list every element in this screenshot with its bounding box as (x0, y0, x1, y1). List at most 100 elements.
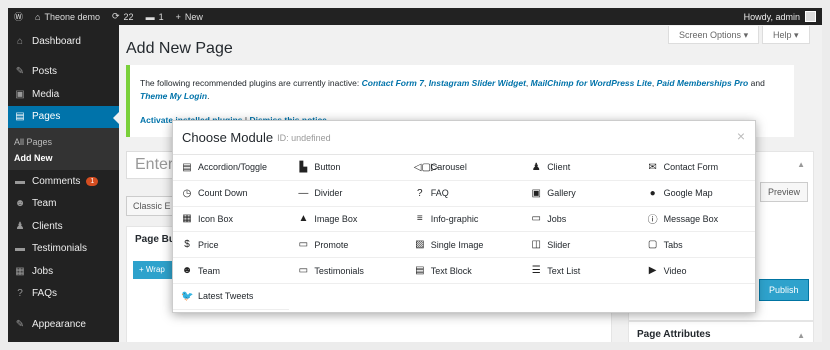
promote-icon: ▭ (298, 239, 309, 251)
submenu-add-new[interactable]: Add New (8, 150, 119, 166)
plugin-link-mailchimp[interactable]: MailChimp for WordPress Lite (531, 78, 652, 88)
submenu-all-pages[interactable]: All Pages (8, 134, 119, 150)
sidebar-item-pages[interactable]: ▤ Pages (8, 105, 119, 128)
module-single-image[interactable]: ▨ Single Image (405, 232, 523, 259)
testimonials-icon: ▬ (15, 243, 25, 255)
sidebar-item-jobs[interactable]: ▦ Jobs (8, 260, 119, 283)
module-icon-box[interactable]: ▦ Icon Box (173, 207, 290, 233)
accordion-icon: ▤ (182, 161, 192, 173)
module-slider[interactable]: ◫ Slider (522, 232, 639, 259)
wordpress-icon: Ⓦ (14, 12, 24, 22)
button-icon: ▙ (299, 161, 308, 173)
avatar (805, 11, 816, 22)
module-button[interactable]: ▙ Button (289, 155, 406, 181)
dashboard-icon: ⌂ (16, 35, 24, 47)
jobs-icon: ▭ (531, 213, 541, 225)
sidebar-item-team[interactable]: ☻ Team (8, 193, 119, 216)
plugin-link-contact-form-7[interactable]: Contact Form 7 (362, 78, 424, 88)
clients-icon: ♟ (15, 220, 25, 232)
screen-options-button[interactable]: Screen Options ▾ (668, 26, 760, 44)
module-info-graphic[interactable]: ≡ Info-graphic (405, 207, 523, 233)
comments-icon: ▬ (15, 175, 25, 187)
sidebar-item-clients[interactable]: ♟ Clients (8, 215, 119, 238)
module-grid: ▤ Accordion/Toggle ▙ Button ◁▢▷ Carousel ♟ Clie… (173, 155, 755, 310)
module-jobs[interactable]: ▭ Jobs (522, 207, 639, 233)
tabs-icon: ▢ (647, 239, 658, 251)
team-icon: ☻ (181, 265, 193, 277)
text-block-icon: ▤ (415, 265, 425, 277)
sidebar-item-testimonials[interactable]: ▬ Testimonials (8, 238, 119, 261)
divider-icon: — (298, 187, 309, 199)
chevron-down-icon: ▾ (794, 30, 799, 40)
sidebar-item-posts[interactable]: ✎ Posts (8, 61, 119, 84)
slider-icon: ◫ (531, 239, 541, 251)
sidebar-item-media[interactable]: ▣ Media (8, 83, 119, 106)
wp-admin-frame: Ⓦ ⌂ Theone demo ⟳ 22 ▬ 1 + New Howdy, admin … (8, 8, 822, 342)
module-faq[interactable]: ? FAQ (405, 181, 523, 207)
image-box-icon: ▲ (298, 213, 309, 225)
module-team[interactable]: ☻ Team (173, 258, 290, 284)
plugin-link-theme-my-login[interactable]: Theme My Login (140, 91, 207, 101)
infographic-icon: ≡ (416, 213, 423, 225)
close-icon[interactable]: × (737, 128, 745, 144)
module-message-box[interactable]: ⓘ Message Box (638, 207, 755, 233)
page-title: Add New Page (126, 40, 233, 57)
new-content-link[interactable]: + New (170, 8, 209, 25)
gallery-icon: ▣ (531, 187, 541, 199)
sidebar-item-appearance[interactable]: ✎ Appearance (8, 313, 119, 336)
page-attributes-title: Page Attributes (637, 329, 711, 340)
client-icon: ♟ (531, 161, 541, 173)
module-divider[interactable]: — Divider (289, 181, 406, 207)
comments-link[interactable]: ▬ 1 (140, 8, 170, 25)
sidebar-item-faqs[interactable]: ? FAQs (8, 283, 119, 306)
module-carousel[interactable]: ◁▢▷ Carousel (405, 155, 523, 181)
pages-submenu: All Pages Add New (8, 128, 119, 170)
module-image-box[interactable]: ▲ Image Box (289, 207, 406, 233)
icon-box-icon: ▦ (182, 213, 192, 225)
plugin-link-paid-memberships[interactable]: Paid Memberships Pro (657, 78, 749, 88)
collapse-icon[interactable]: ▲ (797, 331, 805, 340)
dollar-icon: $ (184, 239, 190, 251)
module-tabs[interactable]: ▢ Tabs (638, 232, 755, 259)
modal-id-label: ID: undefined (277, 132, 331, 143)
sidebar-item-dashboard[interactable]: ⌂ Dashboard (8, 30, 119, 53)
module-text-block[interactable]: ▤ Text Block (405, 258, 523, 284)
pages-icon: ▤ (15, 111, 25, 123)
module-price[interactable]: $ Price (173, 232, 290, 259)
list-icon: ☰ (531, 265, 541, 277)
module-text-list[interactable]: ☰ Text List (522, 258, 639, 284)
image-icon: ▨ (415, 239, 425, 251)
home-icon: ⌂ (35, 11, 41, 22)
module-testimonials[interactable]: ▭ Testimonials (289, 258, 406, 284)
plus-icon: + (175, 11, 181, 22)
jobs-icon: ▦ (15, 265, 25, 277)
help-button[interactable]: Help ▾ (762, 26, 810, 44)
module-gallery[interactable]: ▣ Gallery (522, 181, 639, 207)
chevron-down-icon: ▾ (743, 30, 749, 40)
wordpress-logo-button[interactable]: Ⓦ (8, 8, 29, 25)
site-name-link[interactable]: ⌂ Theone demo (29, 8, 106, 25)
preview-button[interactable]: Preview (760, 182, 809, 202)
account-menu[interactable]: Howdy, admin (744, 11, 822, 22)
module-count-down[interactable]: ◷ Count Down (173, 181, 290, 207)
comment-icon: ▬ (145, 11, 155, 22)
module-contact-form[interactable]: ✉ Contact Form (638, 155, 755, 181)
updates-icon: ⟳ (112, 11, 120, 21)
page-attributes-box: Page Attributes ▲ (628, 321, 814, 342)
plugin-link-instagram-slider[interactable]: Instagram Slider Widget (429, 78, 526, 88)
module-latest-tweets[interactable]: 🐦 Latest Tweets (173, 284, 290, 310)
module-promote[interactable]: ▭ Promote (289, 232, 406, 259)
twitter-icon: 🐦 (181, 290, 194, 302)
module-google-map[interactable]: ● Google Map (638, 181, 755, 207)
appearance-icon: ✎ (15, 318, 25, 330)
publish-button[interactable]: Publish (759, 279, 809, 301)
collapse-icon[interactable]: ▲ (797, 160, 805, 169)
video-icon: ▶ (648, 265, 657, 277)
updates-link[interactable]: ⟳ 22 (106, 8, 140, 25)
envelope-icon: ✉ (648, 161, 657, 173)
module-client[interactable]: ♟ Client (522, 155, 639, 181)
sidebar-item-comments[interactable]: ▬ Comments 1 (8, 170, 119, 193)
testimonials-icon: ▭ (298, 265, 309, 277)
module-accordion-toggle[interactable]: ▤ Accordion/Toggle (173, 155, 290, 181)
module-video[interactable]: ▶ Video (638, 258, 755, 284)
